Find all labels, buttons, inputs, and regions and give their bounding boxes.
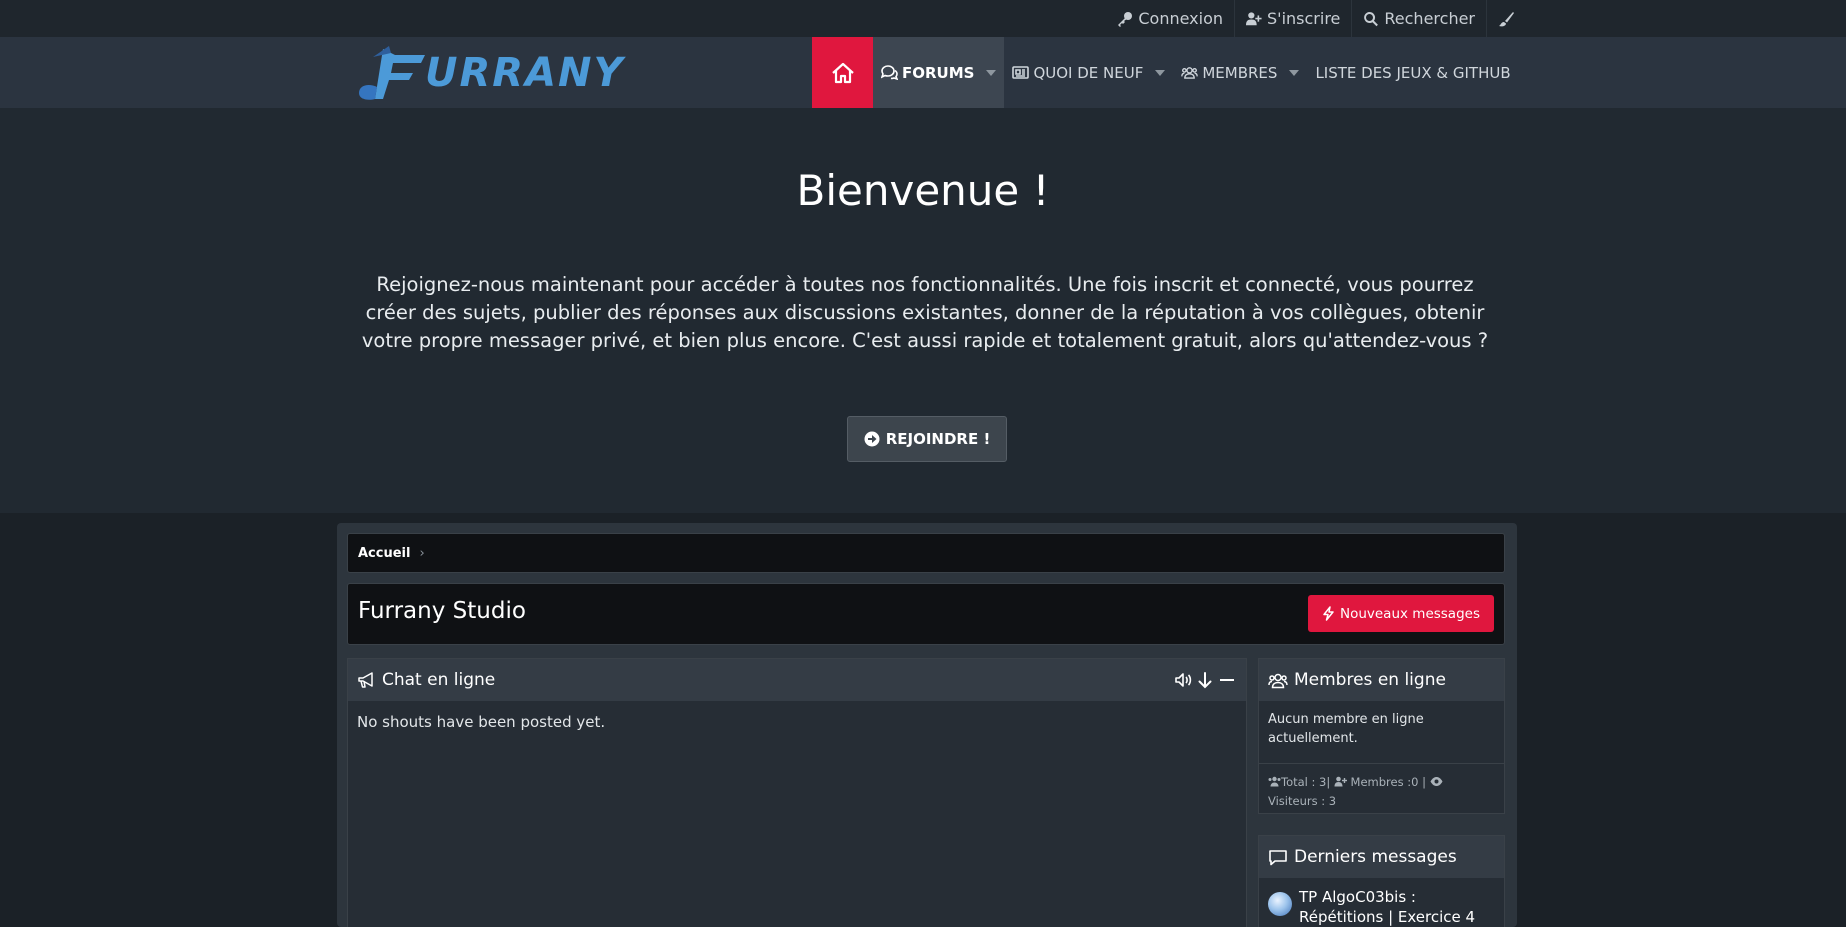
nav-tab-members[interactable]: MEMBRES bbox=[1173, 37, 1307, 108]
welcome-title: Bienvenue ! bbox=[796, 166, 1050, 215]
users-icon bbox=[1181, 67, 1199, 79]
online-total: Total : 3| bbox=[1281, 775, 1331, 789]
latest-post-item[interactable]: TP AlgoC03bis : Répétitions | Exercice 4 bbox=[1259, 878, 1504, 927]
chevron-down-icon[interactable] bbox=[1155, 69, 1166, 76]
megaphone-icon bbox=[358, 672, 373, 688]
welcome-text: Rejoignez-nous maintenant pour accéder à… bbox=[361, 273, 1489, 352]
register-label: S'inscrire bbox=[1267, 9, 1341, 28]
shoutbox: Chat en ligne No shouts have been posted… bbox=[347, 658, 1247, 927]
arrow-down-icon[interactable] bbox=[1196, 671, 1214, 689]
nav-tabs: FORUMS QUOI DE NEUF MEMBRES LISTE DES JE… bbox=[812, 37, 1519, 108]
login-link[interactable]: Connexion bbox=[1106, 0, 1236, 37]
nav-tab-forums-label: FORUMS bbox=[902, 63, 975, 82]
users-icon bbox=[1268, 776, 1281, 787]
chevron-down-icon[interactable] bbox=[986, 69, 997, 76]
chevron-down-icon[interactable] bbox=[1289, 69, 1300, 76]
style-chooser-link[interactable] bbox=[1487, 0, 1525, 37]
user-links: Connexion S'inscrire Rechercher bbox=[1106, 0, 1525, 37]
online-members-count: Membres :0 | bbox=[1350, 775, 1426, 789]
user-plus-icon bbox=[1246, 11, 1262, 25]
nav-tab-forums[interactable]: FORUMS bbox=[873, 37, 1005, 108]
comments-icon bbox=[881, 65, 898, 80]
join-button-label: REJOINDRE ! bbox=[885, 430, 991, 448]
arrow-circle-right-icon bbox=[864, 431, 880, 447]
page-title: Furrany Studio bbox=[358, 598, 526, 624]
search-icon bbox=[1364, 11, 1379, 26]
join-button[interactable]: REJOINDRE ! bbox=[847, 416, 1007, 462]
comment-icon bbox=[1269, 849, 1287, 865]
logo-mark-icon bbox=[359, 46, 425, 100]
main-navbar: URRANY FORUMS QUOI DE NEUF MEMBRES LISTE… bbox=[0, 37, 1846, 108]
users-icon bbox=[1268, 673, 1288, 688]
nav-tab-games-github[interactable]: LISTE DES JEUX & GITHUB bbox=[1307, 37, 1518, 108]
login-label: Connexion bbox=[1138, 9, 1224, 28]
online-members-block: Membres en ligne Aucun membre en ligne a… bbox=[1258, 658, 1505, 814]
newspaper-icon bbox=[1012, 66, 1030, 79]
paintbrush-icon bbox=[1499, 11, 1514, 26]
nav-tab-whats-new[interactable]: QUOI DE NEUF bbox=[1004, 37, 1173, 108]
top-utility-bar: Connexion S'inscrire Rechercher bbox=[0, 0, 1846, 37]
search-label: Rechercher bbox=[1384, 9, 1475, 28]
online-visitors: Visiteurs : 3 bbox=[1268, 794, 1337, 808]
latest-posts-header: Derniers messages bbox=[1259, 836, 1504, 878]
register-link[interactable]: S'inscrire bbox=[1235, 0, 1353, 37]
latest-posts-title: Derniers messages bbox=[1294, 847, 1457, 867]
minimize-icon[interactable] bbox=[1218, 671, 1236, 689]
home-icon bbox=[831, 62, 854, 83]
online-stats: Total : 3| Membres :0 | Visiteurs : 3 bbox=[1259, 763, 1504, 811]
bolt-icon bbox=[1323, 606, 1334, 621]
shoutbox-empty-message: No shouts have been posted yet. bbox=[357, 713, 606, 731]
avatar[interactable] bbox=[1268, 892, 1292, 916]
breadcrumb: Accueil › bbox=[347, 533, 1505, 573]
nav-home-button[interactable] bbox=[812, 37, 873, 108]
welcome-notice: Bienvenue ! Rejoignez-nous maintenant po… bbox=[0, 108, 1846, 513]
main-content: Accueil › Furrany Studio Nouveaux messag… bbox=[337, 523, 1517, 927]
user-plus-icon bbox=[1334, 776, 1347, 787]
online-members-title: Membres en ligne bbox=[1294, 670, 1446, 690]
latest-posts-block: Derniers messages TP AlgoC03bis : Répéti… bbox=[1258, 835, 1505, 927]
nav-tab-members-label: MEMBRES bbox=[1202, 63, 1278, 82]
latest-post-title[interactable]: TP AlgoC03bis : Répétitions | Exercice 4 bbox=[1299, 887, 1495, 927]
key-icon bbox=[1118, 11, 1133, 27]
online-members-message: Aucun membre en ligne actuellement. bbox=[1268, 712, 1424, 746]
new-messages-label: Nouveaux messages bbox=[1339, 605, 1480, 622]
shoutbox-tools bbox=[1174, 671, 1236, 689]
site-logo[interactable]: URRANY bbox=[355, 43, 625, 103]
page-header: Furrany Studio Nouveaux messages bbox=[347, 583, 1505, 645]
shoutbox-title: Chat en ligne bbox=[382, 670, 496, 690]
logo-wordmark: URRANY bbox=[425, 50, 625, 96]
new-messages-button[interactable]: Nouveaux messages bbox=[1307, 595, 1494, 632]
online-members-header: Membres en ligne bbox=[1259, 659, 1504, 701]
search-link[interactable]: Rechercher bbox=[1352, 0, 1487, 37]
nav-tab-whats-new-label: QUOI DE NEUF bbox=[1033, 63, 1144, 82]
nav-tab-games-github-label: LISTE DES JEUX & GITHUB bbox=[1315, 63, 1511, 82]
breadcrumb-home-link[interactable]: Accueil bbox=[358, 546, 410, 561]
volume-icon[interactable] bbox=[1174, 671, 1192, 689]
chevron-right-icon: › bbox=[419, 545, 425, 561]
shoutbox-header: Chat en ligne bbox=[348, 659, 1246, 701]
eye-icon bbox=[1430, 777, 1443, 786]
